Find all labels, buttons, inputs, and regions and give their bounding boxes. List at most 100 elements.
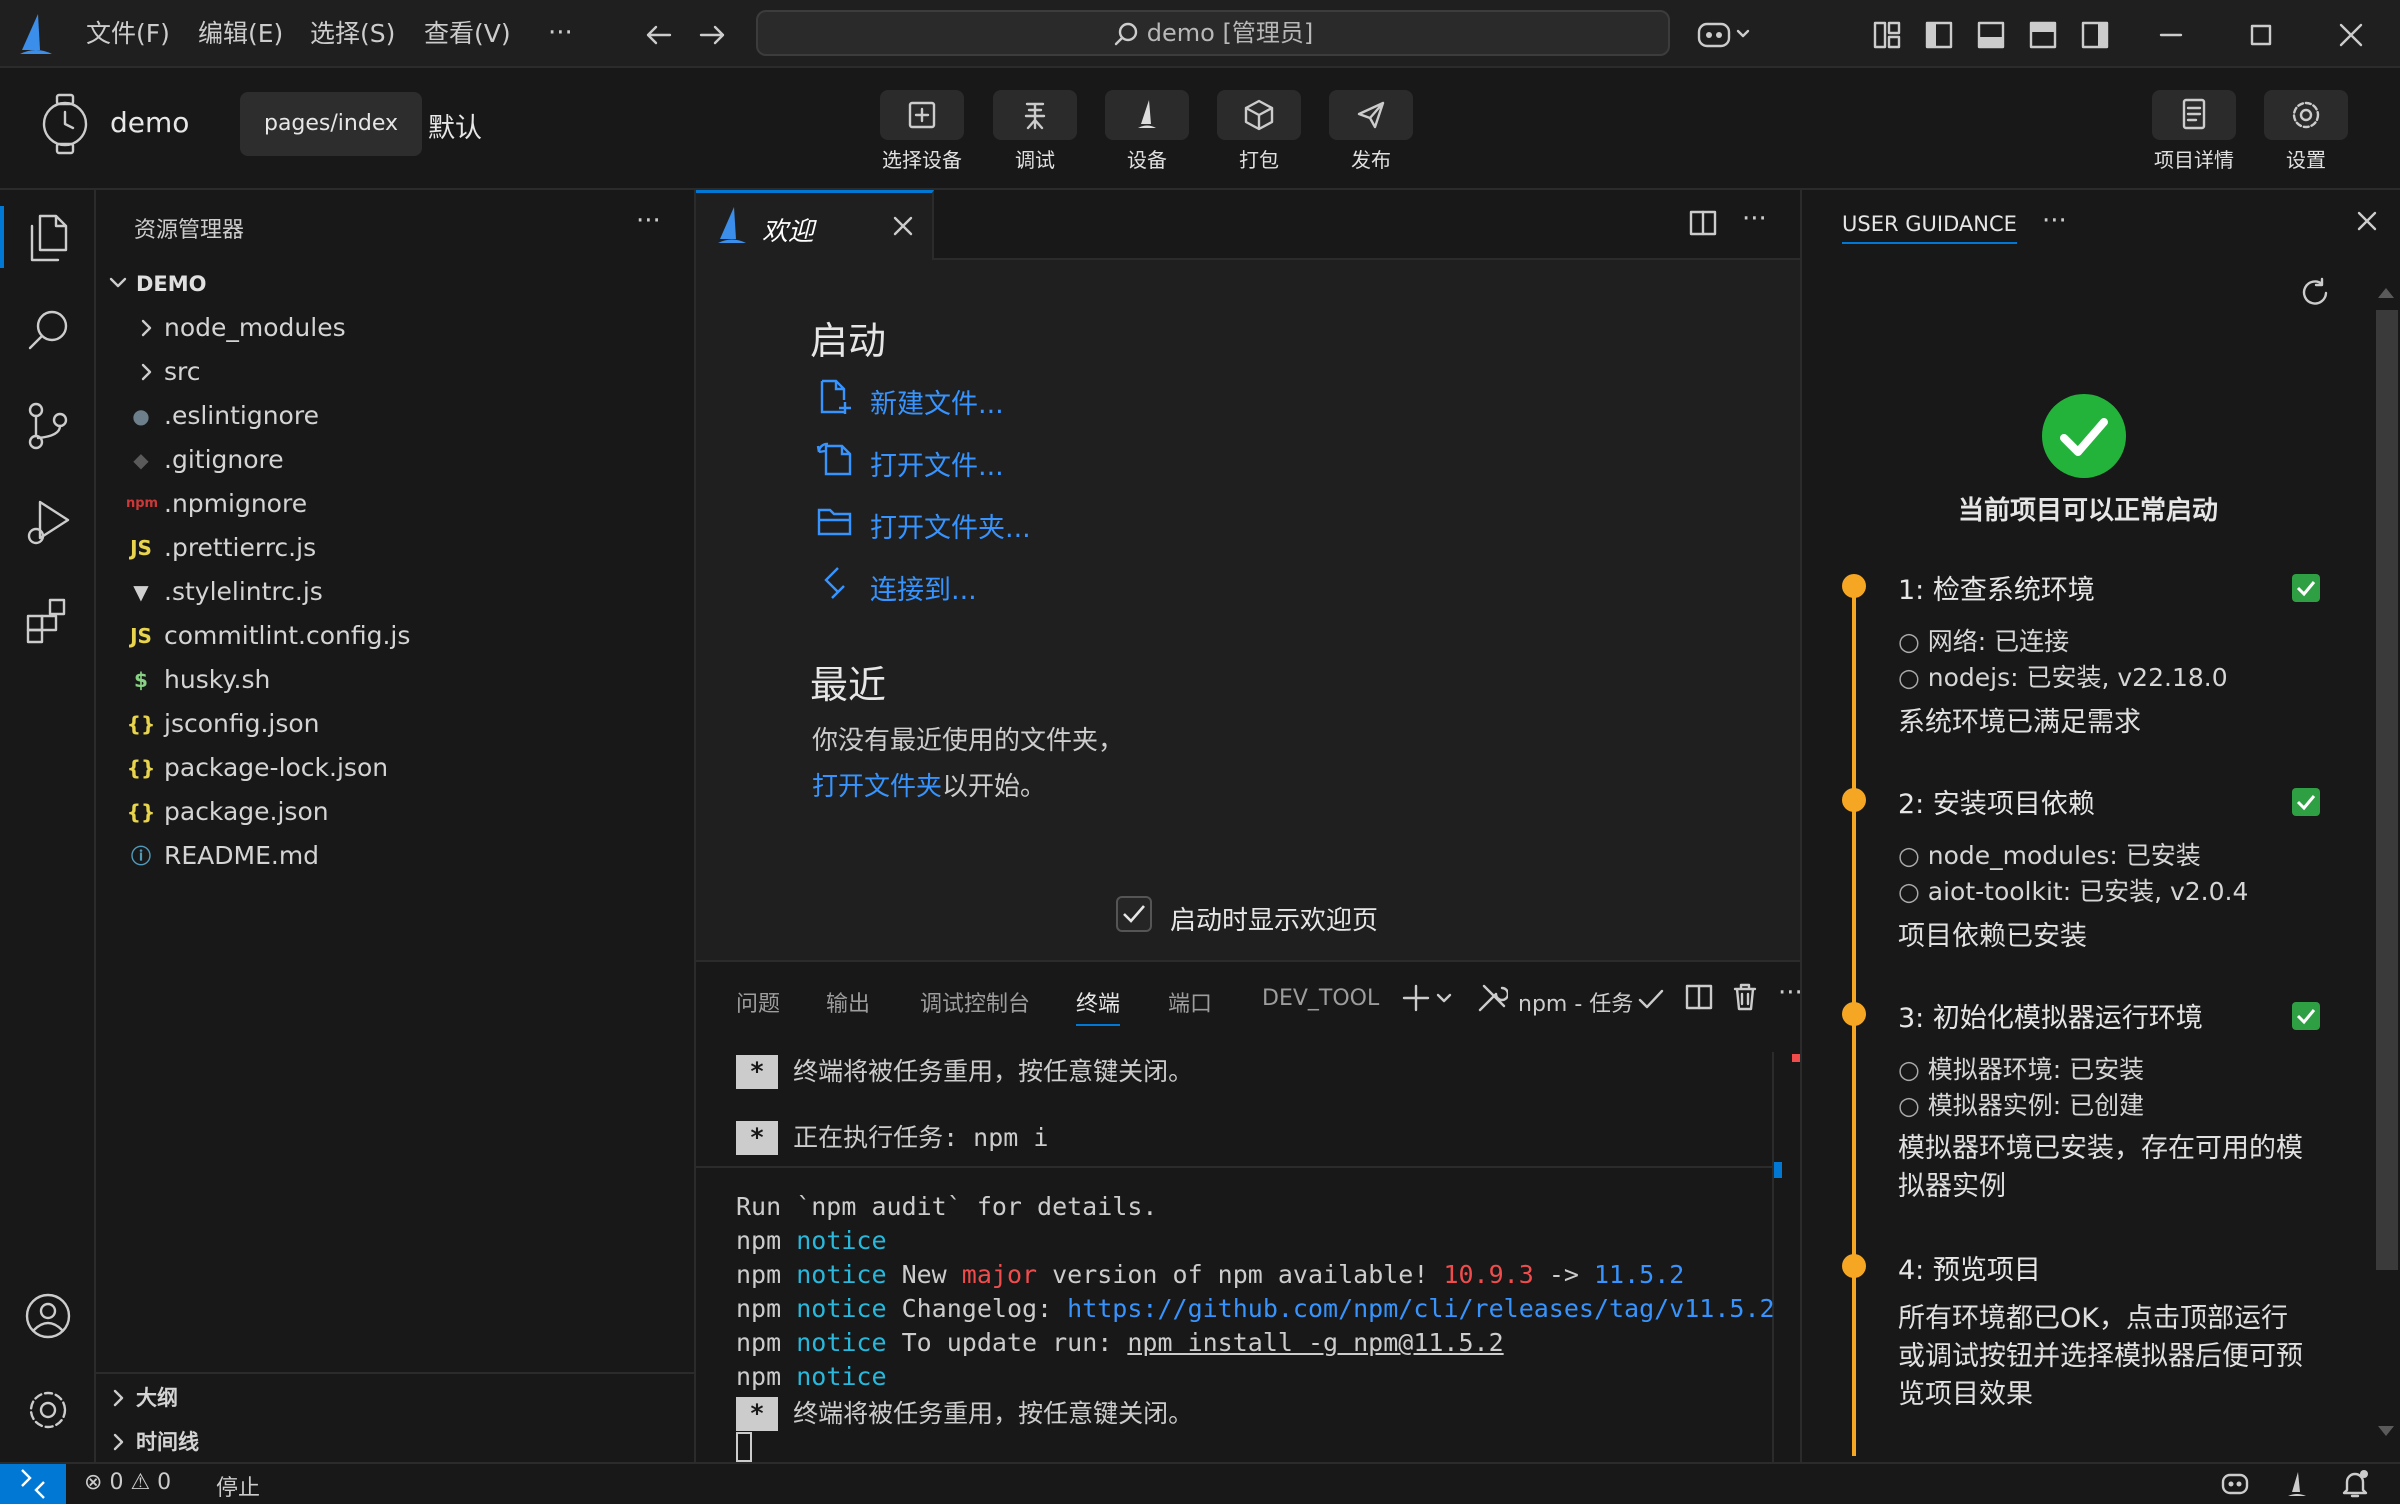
explorer-folder-row[interactable]: src [96,350,694,394]
editor-tab-bar: 欢迎 ··· [696,190,1800,260]
panel-tab-terminal[interactable]: 终端 [1076,986,1121,1026]
explorer-file-row[interactable]: ◆ .gitignore [96,438,694,482]
explorer-folder-row[interactable]: node_modules [96,306,694,350]
copilot-status-icon[interactable] [2220,1470,2250,1498]
accounts-icon[interactable] [24,1292,72,1340]
explorer-file-row[interactable]: $ husky.sh [96,658,694,702]
select-device-button[interactable] [880,90,964,140]
run-debug-icon[interactable] [24,496,72,548]
guidance-scroll-thumb[interactable] [2376,310,2398,1270]
panel-tab-debug-console[interactable]: 调试控制台 [920,986,1030,1018]
problems-indicator[interactable]: ⊗ 0 ⚠ 0 [84,1470,171,1495]
close-window-icon[interactable] [2336,20,2366,50]
menu-more-icon[interactable]: ··· [548,18,573,48]
menu-selection[interactable]: 选择(S) [296,14,409,54]
explorer-file-row[interactable]: npm .npmignore [96,482,694,526]
notifications-bell-icon[interactable] [2340,1468,2370,1500]
close-panel-icon[interactable] [2354,208,2380,234]
search-view-icon[interactable] [24,306,72,354]
toggle-top-panel-icon[interactable] [2028,20,2058,50]
package-cube-icon [1244,99,1274,131]
explorer-file-row[interactable]: {} package.json [96,790,694,834]
menu-view[interactable]: 查看(V) [410,14,525,54]
project-details-button[interactable] [2152,90,2236,140]
new-file-link[interactable]: 新建文件... [870,382,1004,421]
terminal-task-label[interactable]: npm - 任务 [1518,986,1633,1018]
show-welcome-checkbox[interactable] [1116,896,1152,932]
show-welcome-label: 启动时显示欢迎页 [1170,906,1379,936]
settings-button[interactable] [2264,90,2348,140]
close-tab-icon[interactable] [890,213,916,239]
timeline-section[interactable]: 时间线 [96,1420,694,1464]
explorer-file-row[interactable]: ⓘ README.md [96,834,694,878]
explorer-file-row[interactable]: {} package-lock.json [96,746,694,790]
minimize-window-icon[interactable] [2156,20,2186,50]
kill-terminal-trash-icon[interactable] [1730,982,1760,1012]
explorer-root-demo[interactable]: DEMO [96,262,694,306]
device-button[interactable] [1105,90,1189,140]
terminal-cursor[interactable] [736,1432,752,1462]
scroll-up-arrow-icon[interactable] [2378,288,2394,298]
publish-button[interactable] [1329,90,1413,140]
toggle-primary-sidebar-icon[interactable] [1924,20,1954,50]
source-control-icon[interactable] [24,400,72,452]
nav-back-icon[interactable] [644,20,674,50]
nav-forward-icon[interactable] [697,20,727,50]
refresh-icon[interactable] [2298,276,2332,310]
explorer-more-icon[interactable]: ··· [636,206,661,236]
new-terminal-icon[interactable] [1402,982,1462,1014]
editor-more-icon[interactable]: ··· [1742,204,1767,234]
tab-welcome[interactable]: 欢迎 [696,190,934,260]
search-icon [1113,21,1139,47]
connect-link[interactable]: 连接到... [870,568,977,607]
pack-button[interactable] [1217,90,1301,140]
step-4-desc-line-3: 览项目效果 [1898,1379,2033,1410]
remote-indicator-button[interactable] [0,1464,66,1504]
terminal-line-notice-1: npm notice [736,1226,887,1255]
open-file-icon [816,440,854,478]
menu-edit[interactable]: 编辑(E) [184,14,297,54]
file-type-icon: {} [126,756,156,780]
customize-layout-icon[interactable] [1872,20,1902,50]
command-search-box[interactable]: demo [管理员] [756,10,1670,56]
panel-tab-problems[interactable]: 问题 [736,986,780,1018]
terminal-line-notice-2: npm notice New major version of npm avai… [736,1260,1685,1289]
split-editor-icon[interactable] [1688,208,1718,238]
user-guidance-panel: USER GUIDANCE ··· 当前项目可以正常启动 1: 检查系统环境 ○… [1800,190,2400,1462]
panel-tab-output[interactable]: 输出 [826,986,870,1018]
step-1-check-icon [2292,574,2320,602]
panel-tab-dev-tool[interactable]: DEV_TOOL [1262,986,1379,1011]
panel-tab-ports[interactable]: 端口 [1168,986,1212,1018]
explorer-file-row[interactable]: {} jsconfig.json [96,702,694,746]
guidance-tab[interactable]: USER GUIDANCE [1842,212,2017,244]
error-count: 0 [109,1470,124,1495]
outline-section[interactable]: 大纲 [96,1376,694,1420]
sail-status-icon[interactable] [2284,1468,2310,1500]
split-terminal-icon[interactable] [1684,982,1714,1012]
extensions-icon[interactable] [24,594,72,646]
explorer-file-row[interactable]: ● .eslintignore [96,394,694,438]
terminal-changelog-link[interactable]: https://github.com/npm/cli/releases/tag/… [1067,1294,1774,1323]
explorer-file-row[interactable]: JS .prettierrc.js [96,526,694,570]
debug-button[interactable] [993,90,1077,140]
compile-mode-label[interactable]: 默认 [428,106,482,145]
open-file-link[interactable]: 打开文件... [870,444,1004,483]
explorer-file-row[interactable]: JS commitlint.config.js [96,614,694,658]
manage-gear-icon[interactable] [24,1386,72,1434]
maximize-window-icon[interactable] [2246,20,2276,50]
menu-file[interactable]: 文件(F) [72,14,184,54]
terminal-scroll-thumb[interactable] [1774,1162,1782,1178]
open-folder-link[interactable]: 打开文件夹... [870,506,1031,545]
explorer-item-label: README.md [164,841,320,870]
explorer-item-label: commitlint.config.js [164,621,411,650]
explorer-file-row[interactable]: ▼ .stylelintrc.js [96,570,694,614]
scroll-down-arrow-icon[interactable] [2378,1426,2394,1436]
explorer-icon[interactable] [24,212,72,264]
toggle-panel-icon[interactable] [1976,20,2006,50]
guidance-more-icon[interactable]: ··· [2042,206,2067,236]
page-selector-button[interactable]: pages/index [240,92,422,156]
copilot-icon[interactable] [1696,18,1752,50]
recent-open-folder-link[interactable]: 打开文件夹 [812,772,942,802]
stop-button[interactable]: 停止 [216,1470,260,1502]
toggle-secondary-sidebar-icon[interactable] [2080,20,2110,50]
